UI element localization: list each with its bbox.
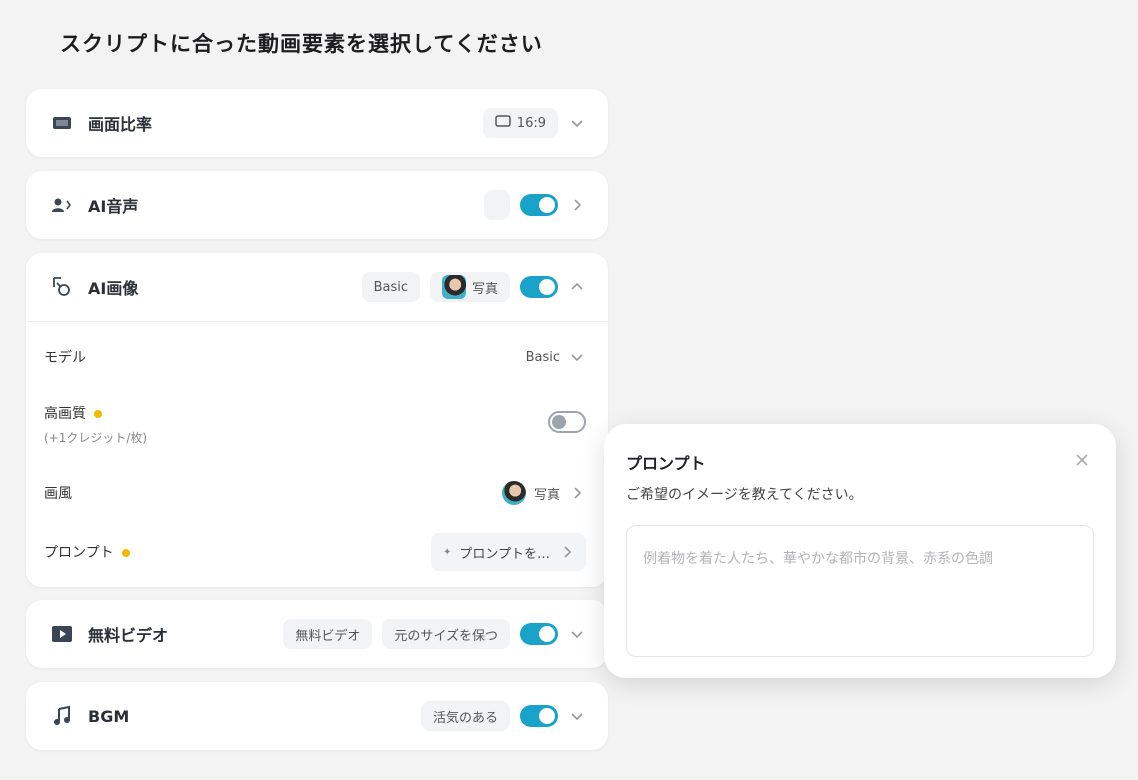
- bgm-row[interactable]: BGM 活気のある: [26, 682, 608, 750]
- music-note-icon: [50, 704, 74, 728]
- model-setting-row[interactable]: モデル Basic: [44, 345, 586, 369]
- ai-image-card[interactable]: AI画像 Basic 写真 モデル Basic 高画質 (+1クレジット/枚) …: [26, 253, 608, 587]
- ai-voice-title: AI音声: [88, 197, 139, 216]
- keep-size-chip-label: 元のサイズを保つ: [394, 628, 498, 644]
- voice-user-icon: [50, 193, 74, 217]
- model-label: モデル: [44, 350, 86, 366]
- aspect-ratio-title: 画面比率: [88, 115, 153, 134]
- aspect-frame-icon: [495, 115, 511, 131]
- chevron-right-icon: [558, 543, 576, 561]
- style-setting-row[interactable]: 画風 写真: [44, 478, 586, 508]
- free-video-row[interactable]: 無料ビデオ 無料ビデオ 元のサイズを保つ: [26, 600, 608, 668]
- free-video-card[interactable]: 無料ビデオ 無料ビデオ 元のサイズを保つ: [26, 600, 608, 668]
- chevron-down-icon: [568, 348, 586, 366]
- aspect-ratio-chip[interactable]: 16:9: [482, 108, 558, 138]
- page-title: スクリプトに合った動画要素を選択してください: [60, 32, 543, 56]
- ai-image-toggle[interactable]: [520, 276, 558, 298]
- style-select[interactable]: 写真: [501, 481, 586, 505]
- ai-voice-card[interactable]: AI音声: [26, 171, 608, 239]
- aspect-ratio-row[interactable]: 画面比率 16:9: [26, 89, 608, 157]
- chevron-right-icon: [568, 484, 586, 502]
- hq-label: 高画質: [44, 406, 86, 422]
- bgm-toggle[interactable]: [520, 705, 558, 727]
- free-video-chip-label: 無料ビデオ: [295, 628, 361, 644]
- ai-image-icon: [50, 275, 74, 299]
- chevron-right-icon[interactable]: [568, 196, 586, 214]
- chevron-up-icon[interactable]: [568, 278, 586, 296]
- model-value: Basic: [525, 349, 560, 365]
- bgm-card[interactable]: BGM 活気のある: [26, 682, 608, 750]
- hq-setting-row[interactable]: 高画質 (+1クレジット/枚): [44, 403, 586, 445]
- bgm-mood-chip[interactable]: 活気のある: [420, 701, 510, 731]
- video-icon: [50, 622, 74, 646]
- hq-hint: (+1クレジット/枚): [44, 431, 148, 445]
- ai-voice-row[interactable]: AI音声: [26, 171, 608, 239]
- aspect-ratio-value: 16:9: [516, 115, 546, 131]
- style-value: 写真: [533, 487, 560, 503]
- keep-size-chip[interactable]: 元のサイズを保つ: [382, 619, 510, 649]
- chevron-down-icon[interactable]: [568, 625, 586, 643]
- image-style-chip[interactable]: 写真: [429, 272, 510, 302]
- aspect-ratio-card[interactable]: 画面比率 16:9: [26, 89, 608, 157]
- voice-select-chip[interactable]: [484, 190, 510, 220]
- sparkle-icon: ✦: [442, 546, 452, 558]
- divider: [26, 321, 608, 322]
- hq-label-wrap: 高画質: [44, 403, 147, 423]
- free-video-title: 無料ビデオ: [88, 626, 169, 645]
- prompt-label-wrap: プロンプト: [44, 542, 130, 562]
- bgm-title: BGM: [88, 706, 130, 726]
- image-model-chip[interactable]: Basic: [361, 272, 420, 302]
- premium-dot-icon: [94, 410, 102, 418]
- prompt-popover: プロンプト ご希望のイメージを教えてください。: [604, 424, 1116, 678]
- style-label: 画風: [44, 486, 72, 502]
- chevron-down-icon[interactable]: [568, 114, 586, 132]
- prompt-value: プロンプトを…: [459, 546, 550, 562]
- image-model-chip-label: Basic: [373, 279, 408, 295]
- chevron-down-icon[interactable]: [568, 707, 586, 725]
- aspect-ratio-icon: [50, 111, 74, 135]
- style-thumbnail: [441, 275, 466, 299]
- image-style-chip-label: 写真: [471, 281, 498, 297]
- model-select[interactable]: Basic: [526, 348, 586, 366]
- prompt-label: プロンプト: [44, 545, 114, 561]
- prompt-setting-row[interactable]: プロンプト ✦ プロンプトを…: [44, 533, 586, 571]
- prompt-input[interactable]: [626, 525, 1094, 657]
- ai-voice-toggle[interactable]: [520, 194, 558, 216]
- ai-image-row[interactable]: AI画像 Basic 写真: [26, 253, 608, 321]
- popover-subtitle: ご希望のイメージを教えてください。: [626, 487, 863, 503]
- free-video-toggle[interactable]: [520, 623, 558, 645]
- ai-image-title: AI画像: [88, 279, 139, 298]
- close-icon[interactable]: [1074, 452, 1090, 468]
- hq-toggle[interactable]: [548, 411, 586, 433]
- popover-title: プロンプト: [626, 454, 706, 473]
- prompt-button[interactable]: ✦ プロンプトを…: [430, 533, 586, 571]
- style-avatar: [501, 481, 526, 505]
- premium-dot-icon: [121, 549, 130, 557]
- bgm-mood-label: 活気のある: [432, 710, 498, 726]
- free-video-chip[interactable]: 無料ビデオ: [283, 619, 373, 649]
